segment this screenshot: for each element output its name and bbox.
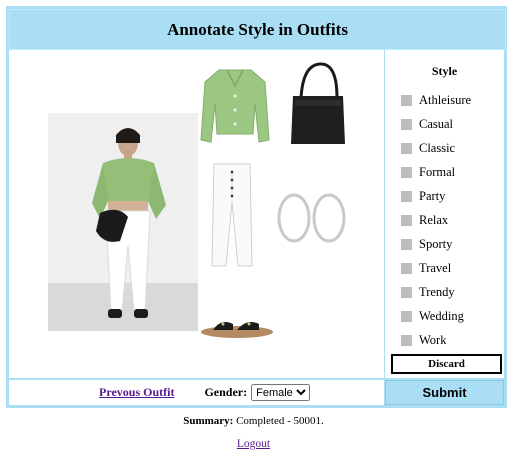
gender-select[interactable]: Female — [251, 384, 311, 401]
style-option-classic[interactable]: Classic — [385, 136, 504, 160]
summary-text: Completed - 50001. — [236, 415, 324, 427]
discard-button[interactable]: Discard — [391, 354, 502, 374]
previous-outfit-link[interactable]: Prevous Outfit — [99, 385, 174, 400]
style-option-relax[interactable]: Relax — [385, 208, 504, 232]
checkbox-icon[interactable] — [401, 214, 412, 226]
annotation-frame: Annotate Style in Outfits Style Athleisu… — [6, 6, 507, 408]
outfit-model-photo — [48, 113, 198, 331]
checkbox-icon[interactable] — [401, 286, 412, 298]
logout-link[interactable]: Logout — [237, 438, 270, 450]
style-panel: Style Athleisure Casual Classic Formal P… — [385, 50, 504, 378]
checkbox-icon[interactable] — [401, 262, 412, 274]
blouse-item — [200, 69, 270, 143]
handbag-item — [291, 62, 345, 144]
style-option-casual[interactable]: Casual — [385, 112, 504, 136]
summary-label: Summary: — [183, 415, 234, 427]
style-option-athleisure[interactable]: Athleisure — [385, 88, 504, 112]
style-option-wedding[interactable]: Wedding — [385, 304, 504, 328]
checkbox-icon[interactable] — [401, 142, 412, 154]
logout-container: Logout — [0, 438, 507, 450]
checkbox-icon[interactable] — [401, 118, 412, 130]
checkbox-icon[interactable] — [401, 166, 412, 178]
gender-label: Gender: — [204, 385, 248, 399]
style-option-sporty[interactable]: Sporty — [385, 232, 504, 256]
style-option-formal[interactable]: Formal — [385, 160, 504, 184]
page-title: Annotate Style in Outfits — [9, 9, 506, 50]
summary-line: Summary: Completed - 50001. — [0, 415, 507, 427]
checkbox-icon[interactable] — [401, 310, 412, 322]
checkbox-icon[interactable] — [401, 190, 412, 202]
sandals-item — [201, 322, 273, 338]
style-option-travel[interactable]: Travel — [385, 256, 504, 280]
style-heading: Style — [431, 64, 458, 78]
outfit-images-panel — [9, 50, 384, 378]
submit-area: Submit — [385, 380, 504, 405]
style-option-work[interactable]: Work — [385, 328, 504, 352]
checkbox-icon[interactable] — [401, 94, 412, 106]
earrings-item — [277, 193, 346, 243]
footer-controls: Prevous Outfit Gender: Female — [9, 380, 384, 405]
style-option-trendy[interactable]: Trendy — [385, 280, 504, 304]
submit-button[interactable]: Submit — [385, 380, 504, 405]
checkbox-icon[interactable] — [401, 238, 412, 250]
style-option-party[interactable]: Party — [385, 184, 504, 208]
checkbox-icon[interactable] — [401, 334, 412, 346]
jeans-item — [211, 163, 253, 267]
